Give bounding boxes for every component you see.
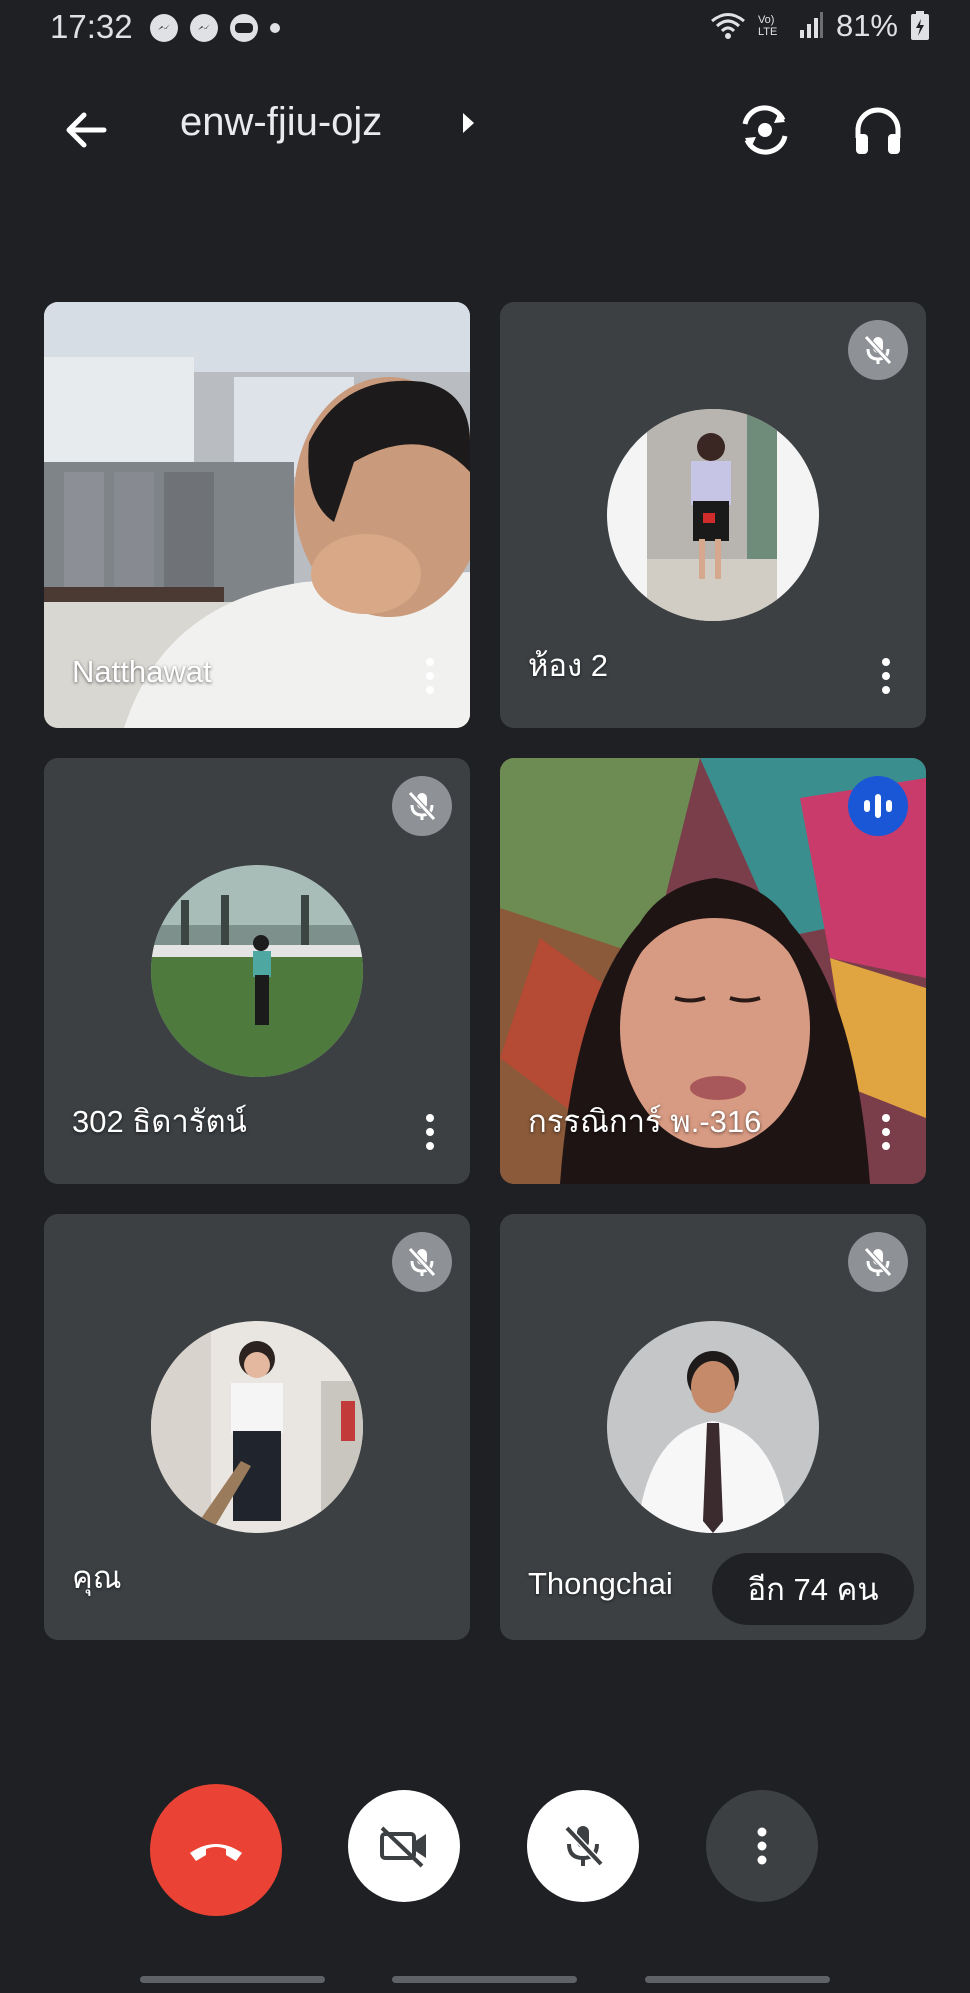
mic-off-icon: [408, 1247, 436, 1277]
call-end-icon: [190, 1844, 242, 1861]
wifi-icon: [711, 13, 745, 39]
mic-muted-badge: [848, 320, 908, 380]
participant-tile[interactable]: กรรณิการ์ พ.-316: [500, 758, 926, 1184]
mic-muted-badge: [392, 1232, 452, 1292]
battery-icon: [911, 11, 929, 40]
mic-off-icon: [408, 791, 436, 821]
switch-camera-icon: [742, 105, 788, 155]
switch-camera-button[interactable]: [735, 100, 795, 160]
status-bar: 17:32 Vo) LTE 81%: [0, 0, 970, 60]
audio-level-icon: [864, 794, 892, 818]
mic-muted-badge: [392, 776, 452, 836]
participant-name: ห้อง 2: [528, 648, 609, 683]
line-icon: [230, 14, 258, 42]
back-button[interactable]: [58, 102, 114, 158]
participant-avatar: [151, 1321, 363, 1533]
more-participants-pill[interactable]: อีก 74 คน: [712, 1553, 914, 1625]
nav-gesture-bar[interactable]: [140, 1976, 325, 1983]
more-vertical-icon: [757, 1827, 767, 1865]
mic-muted-badge: [848, 1232, 908, 1292]
mic-toggle-button[interactable]: [527, 1790, 639, 1902]
participant-avatar: [607, 1321, 819, 1533]
participant-name: Thongchai: [528, 1566, 673, 1601]
participant-name: Natthawat: [72, 654, 212, 689]
more-notifications-dot: [270, 23, 280, 33]
status-right: Vo) LTE 81%: [710, 8, 930, 44]
participant-more-button[interactable]: [880, 658, 892, 698]
speaking-indicator: [848, 776, 908, 836]
signal-icon: [799, 12, 823, 38]
headphones-icon: [855, 107, 901, 154]
participant-name: กรรณิการ์ พ.-316: [528, 1104, 762, 1139]
participant-more-button[interactable]: [880, 1114, 892, 1154]
participant-tile[interactable]: Natthawat: [44, 302, 470, 728]
battery-percent: 81%: [835, 8, 898, 43]
participant-name: คุณ: [72, 1560, 122, 1595]
participant-name: 302 ธิดารัตน์: [72, 1104, 247, 1139]
participant-tile[interactable]: ห้อง 2: [500, 302, 926, 728]
participant-more-button[interactable]: [424, 1114, 436, 1154]
participant-tile[interactable]: คุณ: [44, 1214, 470, 1640]
network-type: Vo) LTE: [757, 14, 778, 38]
messenger-icon: [150, 14, 178, 42]
arrow-left-icon: [66, 112, 107, 148]
end-call-button[interactable]: [150, 1784, 282, 1916]
video-off-icon: [380, 1826, 426, 1868]
more-options-button[interactable]: [706, 1790, 818, 1902]
meeting-code[interactable]: enw-fjiu-ojz: [180, 100, 382, 145]
messenger-icon: [190, 14, 218, 42]
status-time: 17:32: [50, 8, 133, 45]
participant-more-button[interactable]: [424, 658, 436, 698]
nav-gesture-bar[interactable]: [645, 1976, 830, 1983]
nav-gesture-bar[interactable]: [392, 1976, 577, 1983]
mic-off-icon: [864, 1247, 892, 1277]
participant-tile[interactable]: 302 ธิดารัตน์: [44, 758, 470, 1184]
mic-off-icon: [864, 335, 892, 365]
participant-avatar: [151, 865, 363, 1077]
caret-right-icon[interactable]: [458, 110, 478, 136]
audio-output-button[interactable]: [848, 100, 908, 160]
camera-toggle-button[interactable]: [348, 1790, 460, 1902]
meeting-header: enw-fjiu-ojz: [0, 80, 970, 170]
participant-avatar: [607, 409, 819, 621]
notification-icons: [150, 14, 280, 42]
mic-off-icon: [564, 1825, 604, 1867]
